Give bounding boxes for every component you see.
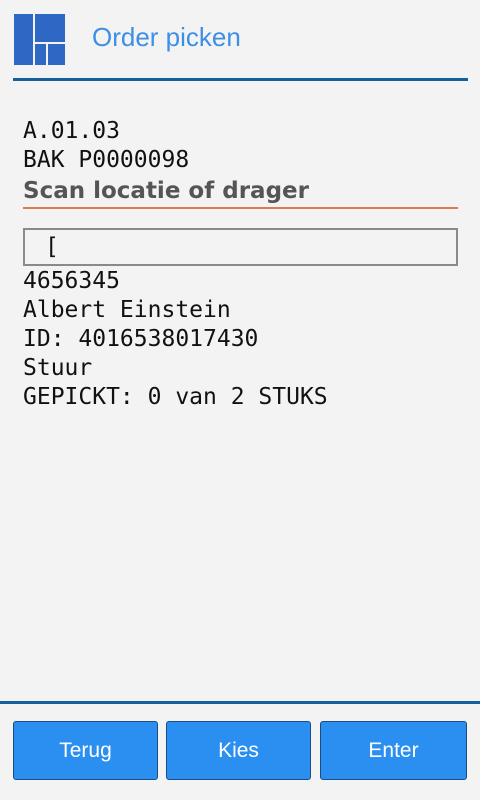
description-text: Stuur <box>23 355 93 381</box>
choose-button[interactable]: Kies <box>166 721 311 780</box>
customer-name-text: Albert Einstein <box>23 297 231 323</box>
picked-status-text: GEPICKT: 0 van 2 STUKS <box>23 384 328 410</box>
id-text: ID: 4016538017430 <box>23 326 259 352</box>
header-divider <box>13 78 468 81</box>
article-number-text: 4656345 <box>23 268 120 294</box>
enter-button[interactable]: Enter <box>320 721 467 780</box>
container-text: BAK P0000098 <box>23 147 190 173</box>
location-text: A.01.03 <box>23 118 120 144</box>
app-header: Order picken <box>0 0 480 80</box>
app-logo-icon <box>14 14 65 65</box>
scan-input[interactable] <box>23 228 458 266</box>
footer-divider <box>0 701 480 704</box>
page-title: Order picken <box>92 22 241 52</box>
scan-prompt: Scan locatie of drager <box>23 178 309 204</box>
back-button[interactable]: Terug <box>13 721 158 780</box>
prompt-underline <box>23 207 458 209</box>
